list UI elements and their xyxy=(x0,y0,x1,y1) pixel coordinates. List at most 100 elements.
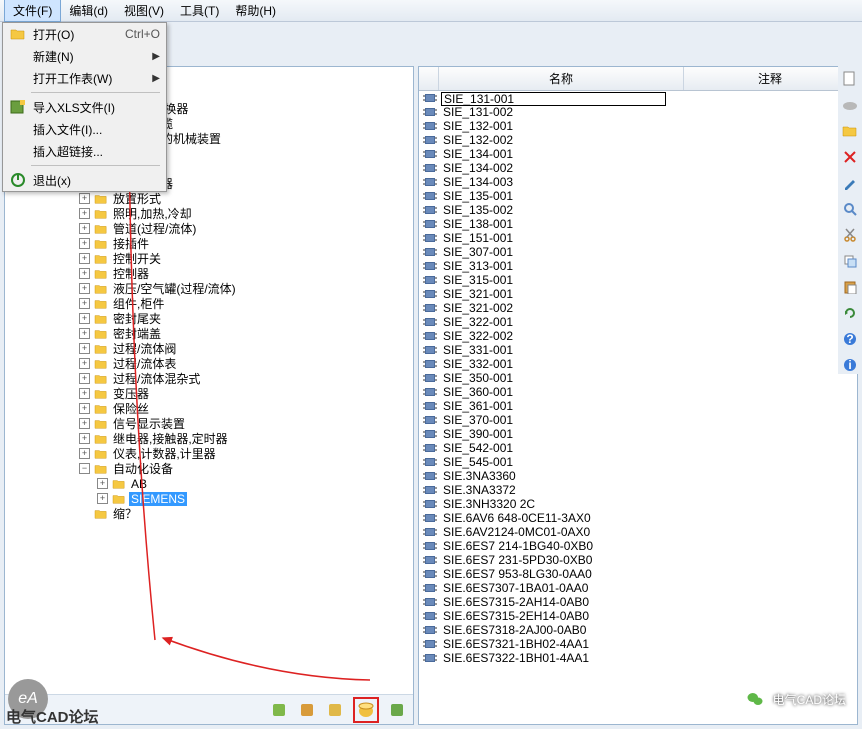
grid-header-comment[interactable]: 注释 xyxy=(684,67,857,90)
grid-row[interactable]: SIE_350-001 xyxy=(419,371,857,385)
tree-item[interactable]: +仪表,计数器,计里器 xyxy=(7,446,411,461)
tree-toggle-icon[interactable]: + xyxy=(79,448,90,459)
tree-toggle-icon[interactable]: + xyxy=(79,223,90,234)
tree-toggle-icon[interactable]: + xyxy=(79,268,90,279)
side-new-icon[interactable] xyxy=(841,70,859,88)
side-info-icon[interactable]: i xyxy=(841,356,859,374)
tree-item[interactable]: +控制器 xyxy=(7,266,411,281)
side-search-icon[interactable] xyxy=(841,200,859,218)
menu-insert-hyperlink[interactable]: 插入超链接... xyxy=(3,140,166,162)
menu-edit[interactable]: 编辑(d) xyxy=(61,0,116,21)
grid-row[interactable]: SIE_390-001 xyxy=(419,427,857,441)
tree-toggle-icon[interactable]: − xyxy=(79,463,90,474)
grid-row[interactable]: SIE_131-002 xyxy=(419,105,857,119)
menu-file[interactable]: 文件(F) xyxy=(4,0,61,22)
grid-row[interactable]: SIE_135-002 xyxy=(419,203,857,217)
grid-row[interactable]: SIE.6ES7321-1BH02-4AA1 xyxy=(419,637,857,651)
grid-row[interactable]: SIE_322-002 xyxy=(419,329,857,343)
tree-item[interactable]: +放置形式 xyxy=(7,191,411,206)
tree-toggle-icon[interactable]: + xyxy=(79,208,90,219)
grid-row[interactable]: SIE_151-001 xyxy=(419,231,857,245)
grid-row[interactable]: SIE.6ES7 231-5PD30-0XB0 xyxy=(419,553,857,567)
tree-item-selected[interactable]: +SIEMENS xyxy=(7,491,411,506)
grid-row[interactable]: SIE_131-001 xyxy=(419,91,857,105)
grid-row[interactable]: SIE.6ES7315-2EH14-0AB0 xyxy=(419,609,857,623)
grid-row[interactable]: SIE_138-001 xyxy=(419,217,857,231)
tree-toggle-icon[interactable]: + xyxy=(79,193,90,204)
grid-row[interactable]: SIE_307-001 xyxy=(419,245,857,259)
tree-toggle-icon[interactable]: + xyxy=(79,418,90,429)
grid-row[interactable]: SIE.3NA3372 xyxy=(419,483,857,497)
side-delete-icon[interactable] xyxy=(841,148,859,166)
grid-row[interactable]: SIE.6ES7315-2AH14-0AB0 xyxy=(419,595,857,609)
grid-row[interactable]: SIE_370-001 xyxy=(419,413,857,427)
grid-row[interactable]: SIE_315-001 xyxy=(419,273,857,287)
grid-row[interactable]: SIE_332-001 xyxy=(419,357,857,371)
tree-item[interactable]: +信号显示装置 xyxy=(7,416,411,431)
side-copy-icon[interactable] xyxy=(841,252,859,270)
tree-item[interactable]: +密封端盖 xyxy=(7,326,411,341)
tree-item[interactable]: +照明,加热,冷却 xyxy=(7,206,411,221)
side-cloud-icon[interactable] xyxy=(841,96,859,114)
tree-item[interactable]: +液压/空气罐(过程/流体) xyxy=(7,281,411,296)
tree-toggle-icon[interactable]: + xyxy=(79,238,90,249)
menu-view[interactable]: 视图(V) xyxy=(116,0,172,21)
grid-row[interactable]: SIE_361-001 xyxy=(419,399,857,413)
menu-open[interactable]: 打开(O) Ctrl+O xyxy=(3,23,166,45)
tree-toggle-icon[interactable]: + xyxy=(79,358,90,369)
grid-row[interactable]: SIE_132-002 xyxy=(419,133,857,147)
tree-item[interactable]: +过程/流体阀 xyxy=(7,341,411,356)
grid-row[interactable]: SIE.3NA3360 xyxy=(419,469,857,483)
tree-toggle-icon[interactable]: + xyxy=(79,313,90,324)
side-refresh-icon[interactable] xyxy=(841,304,859,322)
tree-toggle-icon[interactable]: + xyxy=(97,493,108,504)
grid-row[interactable]: SIE.3NH3320 2C xyxy=(419,497,857,511)
tree-toggle-icon[interactable]: + xyxy=(79,433,90,444)
side-cut-icon[interactable] xyxy=(841,226,859,244)
tree-toggle-icon[interactable]: + xyxy=(79,298,90,309)
menu-open-worksheet[interactable]: 打开工作表(W) ▶ xyxy=(3,67,166,89)
menu-help[interactable]: 帮助(H) xyxy=(227,0,284,21)
tree-item[interactable]: +AB xyxy=(7,476,411,491)
tree-toggle-icon[interactable]: + xyxy=(79,388,90,399)
tree-item[interactable]: +密封尾夹 xyxy=(7,311,411,326)
tree-item[interactable]: +变压器 xyxy=(7,386,411,401)
grid-row[interactable]: SIE.6ES7 953-8LG30-0AA0 xyxy=(419,567,857,581)
tree-toggle-icon[interactable]: + xyxy=(79,328,90,339)
side-edit-icon[interactable] xyxy=(841,174,859,192)
toolbar-btn-highlighted[interactable] xyxy=(353,697,379,723)
menu-insert-file[interactable]: 插入文件(I)... xyxy=(3,118,166,140)
grid-row[interactable]: SIE.6ES7322-1BH01-4AA1 xyxy=(419,651,857,665)
grid-row[interactable]: SIE.6ES7307-1BA01-0AA0 xyxy=(419,581,857,595)
tree-item[interactable]: +组件,柜件 xyxy=(7,296,411,311)
tree-item[interactable]: +管道(过程/流体) xyxy=(7,221,411,236)
grid-row[interactable]: SIE_132-001 xyxy=(419,119,857,133)
grid-row[interactable]: SIE_331-001 xyxy=(419,343,857,357)
tree-item[interactable]: 缩？ xyxy=(7,506,411,521)
tree-item[interactable]: +过程/流体混杂式 xyxy=(7,371,411,386)
tree-toggle-icon[interactable]: + xyxy=(97,478,108,489)
tree-toggle-icon[interactable]: + xyxy=(79,253,90,264)
tree-item[interactable]: −自动化设备 xyxy=(7,461,411,476)
menu-import-xls[interactable]: 导入XLS文件(I) xyxy=(3,96,166,118)
menu-tools[interactable]: 工具(T) xyxy=(172,0,227,21)
grid-row[interactable]: SIE_134-002 xyxy=(419,161,857,175)
side-help-icon[interactable]: ? xyxy=(841,330,859,348)
grid-row[interactable]: SIE_545-001 xyxy=(419,455,857,469)
grid-row[interactable]: SIE.6AV6 648-0CE11-3AX0 xyxy=(419,511,857,525)
grid-row[interactable]: SIE_542-001 xyxy=(419,441,857,455)
side-folder-icon[interactable] xyxy=(841,122,859,140)
toolbar-btn-5[interactable] xyxy=(387,700,407,720)
menu-exit[interactable]: 退出(x) xyxy=(3,169,166,191)
grid-row[interactable]: SIE_360-001 xyxy=(419,385,857,399)
grid-row[interactable]: SIE_321-001 xyxy=(419,287,857,301)
grid-row[interactable]: SIE.6ES7 214-1BG40-0XB0 xyxy=(419,539,857,553)
tree-item[interactable]: +控制开关 xyxy=(7,251,411,266)
tree-toggle-icon[interactable]: + xyxy=(79,283,90,294)
toolbar-btn-2[interactable] xyxy=(297,700,317,720)
tree-item[interactable]: +继电器,接触器,定时器 xyxy=(7,431,411,446)
toolbar-btn-1[interactable] xyxy=(269,700,289,720)
grid-body[interactable]: SIE_131-001SIE_131-002SIE_132-001SIE_132… xyxy=(419,91,857,724)
toolbar-btn-3[interactable] xyxy=(325,700,345,720)
grid-row[interactable]: SIE.6ES7318-2AJ00-0AB0 xyxy=(419,623,857,637)
